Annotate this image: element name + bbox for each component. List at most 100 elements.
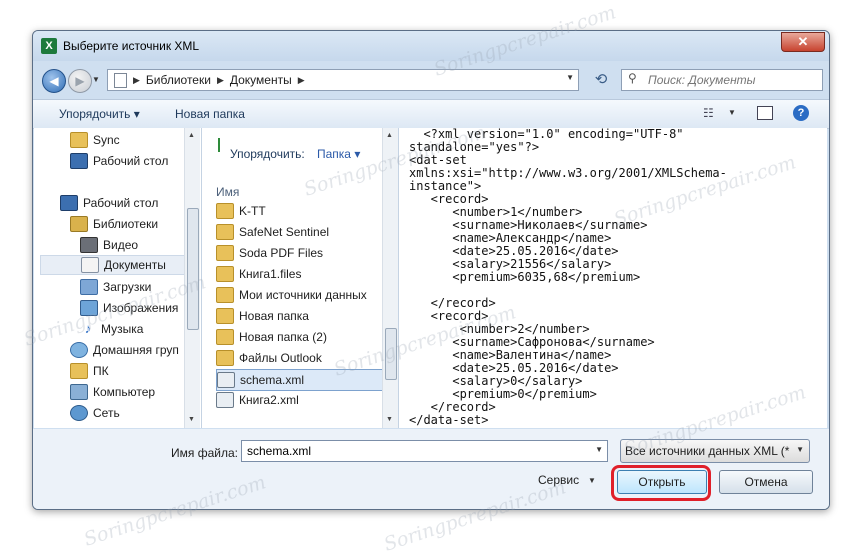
sidebar-item-desktop-root[interactable]: Рабочий стол	[60, 193, 201, 213]
sidebar-item-desktop[interactable]: Рабочий стол	[70, 151, 201, 171]
file-item[interactable]: Новая папка	[216, 306, 384, 326]
file-name-combobox[interactable]: ▼	[241, 440, 608, 462]
close-button[interactable]: ✕	[781, 32, 825, 52]
arrange-by-dropdown[interactable]: Папка ▾	[317, 147, 360, 161]
navigation-scrollbar[interactable]: ▲ ▼	[184, 128, 200, 428]
sidebar-item-homegroup[interactable]: Домашняя груп	[70, 340, 201, 360]
file-dialog-footer: Имя файла: ▼ Все источники данных XML (*…	[33, 429, 829, 509]
help-icon[interactable]: ?	[793, 105, 809, 121]
file-item[interactable]: K-TT	[216, 201, 384, 221]
homegroup-icon	[70, 342, 88, 358]
navigation-pane: Sync Рабочий стол Рабочий стол Библиотек…	[34, 128, 202, 428]
file-item-label: Файлы Outlook	[239, 351, 322, 365]
sidebar-item-label: Загрузки	[103, 280, 152, 294]
file-item-label: SafeNet Sentinel	[239, 225, 330, 239]
sidebar-item-pc[interactable]: ПК	[70, 361, 201, 381]
folder-icon	[216, 308, 234, 324]
scroll-up-icon[interactable]: ▲	[188, 132, 195, 139]
back-button[interactable]: ◀	[42, 69, 66, 93]
chevron-right-icon[interactable]: ▶	[298, 75, 305, 86]
file-item[interactable]: Новая папка (2)	[216, 327, 384, 347]
folder-icon	[216, 245, 234, 261]
breadcrumb-libraries[interactable]: Библиотеки	[146, 73, 211, 87]
file-name-label: Имя файла:	[171, 446, 238, 460]
preview-pane: <?xml version="1.0" encoding="UTF-8" sta…	[399, 128, 827, 428]
new-folder-button[interactable]: Новая папка	[175, 107, 245, 121]
view-options-icon[interactable]: ☷	[703, 106, 719, 120]
computer-icon	[70, 363, 88, 379]
dialog-window: X Выберите источник XML ✕ ◀ ▶ ▼ ▶ Библио…	[32, 30, 830, 510]
xml-file-icon	[217, 372, 235, 388]
file-list-pane: Упорядочить: Папка ▾ Имя K-TT SafeNet Se…	[202, 128, 399, 428]
sidebar-item-label: ПК	[93, 364, 109, 378]
search-input[interactable]	[646, 71, 820, 89]
sidebar-item-label: Домашняя груп	[93, 343, 179, 357]
file-type-filter[interactable]: Все источники данных XML (* ▼	[620, 439, 810, 463]
sidebar-item-label: Рабочий стол	[83, 196, 159, 210]
scroll-thumb[interactable]	[187, 208, 199, 330]
desktop-icon	[70, 153, 88, 169]
column-header-name[interactable]: Имя	[216, 185, 239, 199]
refresh-icon[interactable]: ⟲	[590, 69, 612, 91]
tools-menu-button[interactable]: Сервис	[538, 473, 579, 487]
file-item[interactable]: Мои источники данных	[216, 285, 384, 305]
command-bar: Упорядочить ▾ Новая папка ☷ ▼ ?	[33, 99, 829, 129]
sidebar-item-label: Изображения	[103, 301, 179, 315]
folder-icon	[216, 350, 234, 366]
file-item-label: Мои источники данных	[239, 288, 367, 302]
file-name-input[interactable]	[245, 443, 589, 459]
scroll-thumb[interactable]	[385, 328, 397, 380]
sidebar-item-sync[interactable]: Sync	[70, 130, 201, 150]
file-item-label: Книга1.files	[239, 267, 302, 281]
sidebar-item-label: Документы	[104, 258, 166, 272]
address-dropdown-icon[interactable]: ▼	[566, 73, 574, 82]
chevron-down-icon[interactable]: ▼	[595, 445, 603, 454]
scroll-down-icon[interactable]: ▼	[386, 416, 393, 423]
sidebar-item-label: Библиотеки	[93, 217, 159, 231]
documents-icon	[81, 257, 99, 273]
chevron-right-icon[interactable]: ▶	[133, 75, 140, 86]
organize-button[interactable]: Упорядочить ▾	[59, 107, 140, 121]
folder-icon	[216, 224, 234, 240]
address-bar[interactable]: ▶ Библиотеки ▶ Документы ▶ ▼	[107, 69, 579, 91]
sidebar-item-label: Рабочий стол	[93, 154, 169, 168]
forward-button[interactable]: ▶	[68, 69, 92, 93]
file-item[interactable]: SafeNet Sentinel	[216, 222, 384, 242]
folder-icon	[216, 266, 234, 282]
scroll-up-icon[interactable]: ▲	[386, 132, 393, 139]
preview-pane-icon[interactable]	[757, 106, 773, 120]
library-marker	[218, 138, 220, 152]
tools-dropdown-icon[interactable]: ▼	[588, 476, 596, 485]
file-list-scrollbar[interactable]: ▲ ▼	[382, 128, 398, 428]
video-icon	[80, 237, 98, 253]
sidebar-item-documents[interactable]: Документы	[40, 255, 200, 275]
chevron-down-icon[interactable]: ▼	[796, 445, 804, 454]
xml-preview-text: <?xml version="1.0" encoding="UTF-8" sta…	[409, 128, 727, 427]
cancel-button[interactable]: Отмена	[719, 470, 813, 494]
file-item[interactable]: Soda PDF Files	[216, 243, 384, 263]
window-title: Выберите источник XML	[63, 39, 200, 53]
file-item[interactable]: Книга2.xml	[216, 390, 384, 410]
search-box[interactable]: ⚲	[621, 69, 823, 91]
recent-pages-chevron-icon[interactable]: ▼	[92, 73, 102, 87]
scroll-down-icon[interactable]: ▼	[188, 416, 195, 423]
file-item-label: Soda PDF Files	[239, 246, 324, 260]
file-item[interactable]: Файлы Outlook	[216, 348, 384, 368]
sidebar-item-label: Музыка	[101, 322, 144, 336]
file-item-selected[interactable]: schema.xml	[216, 369, 386, 391]
sidebar-item-libraries[interactable]: Библиотеки	[70, 214, 201, 234]
file-item-label: K-TT	[239, 204, 266, 218]
file-item-label: Книга2.xml	[239, 393, 299, 407]
view-dropdown-icon[interactable]: ▼	[728, 108, 736, 117]
network-icon	[70, 405, 88, 421]
folder-icon	[216, 203, 234, 219]
sidebar-item-label: Видео	[103, 238, 139, 252]
sidebar-item-network[interactable]: Сеть	[70, 403, 201, 423]
chevron-right-icon[interactable]: ▶	[217, 75, 224, 86]
file-type-filter-label: Все источники данных XML (*	[625, 444, 790, 458]
file-item[interactable]: Книга1.files	[216, 264, 384, 284]
music-icon: ♪	[84, 321, 92, 336]
sidebar-item-computer[interactable]: Компьютер	[70, 382, 201, 402]
open-button[interactable]: Открыть	[617, 470, 707, 494]
breadcrumb-documents[interactable]: Документы	[230, 73, 292, 87]
